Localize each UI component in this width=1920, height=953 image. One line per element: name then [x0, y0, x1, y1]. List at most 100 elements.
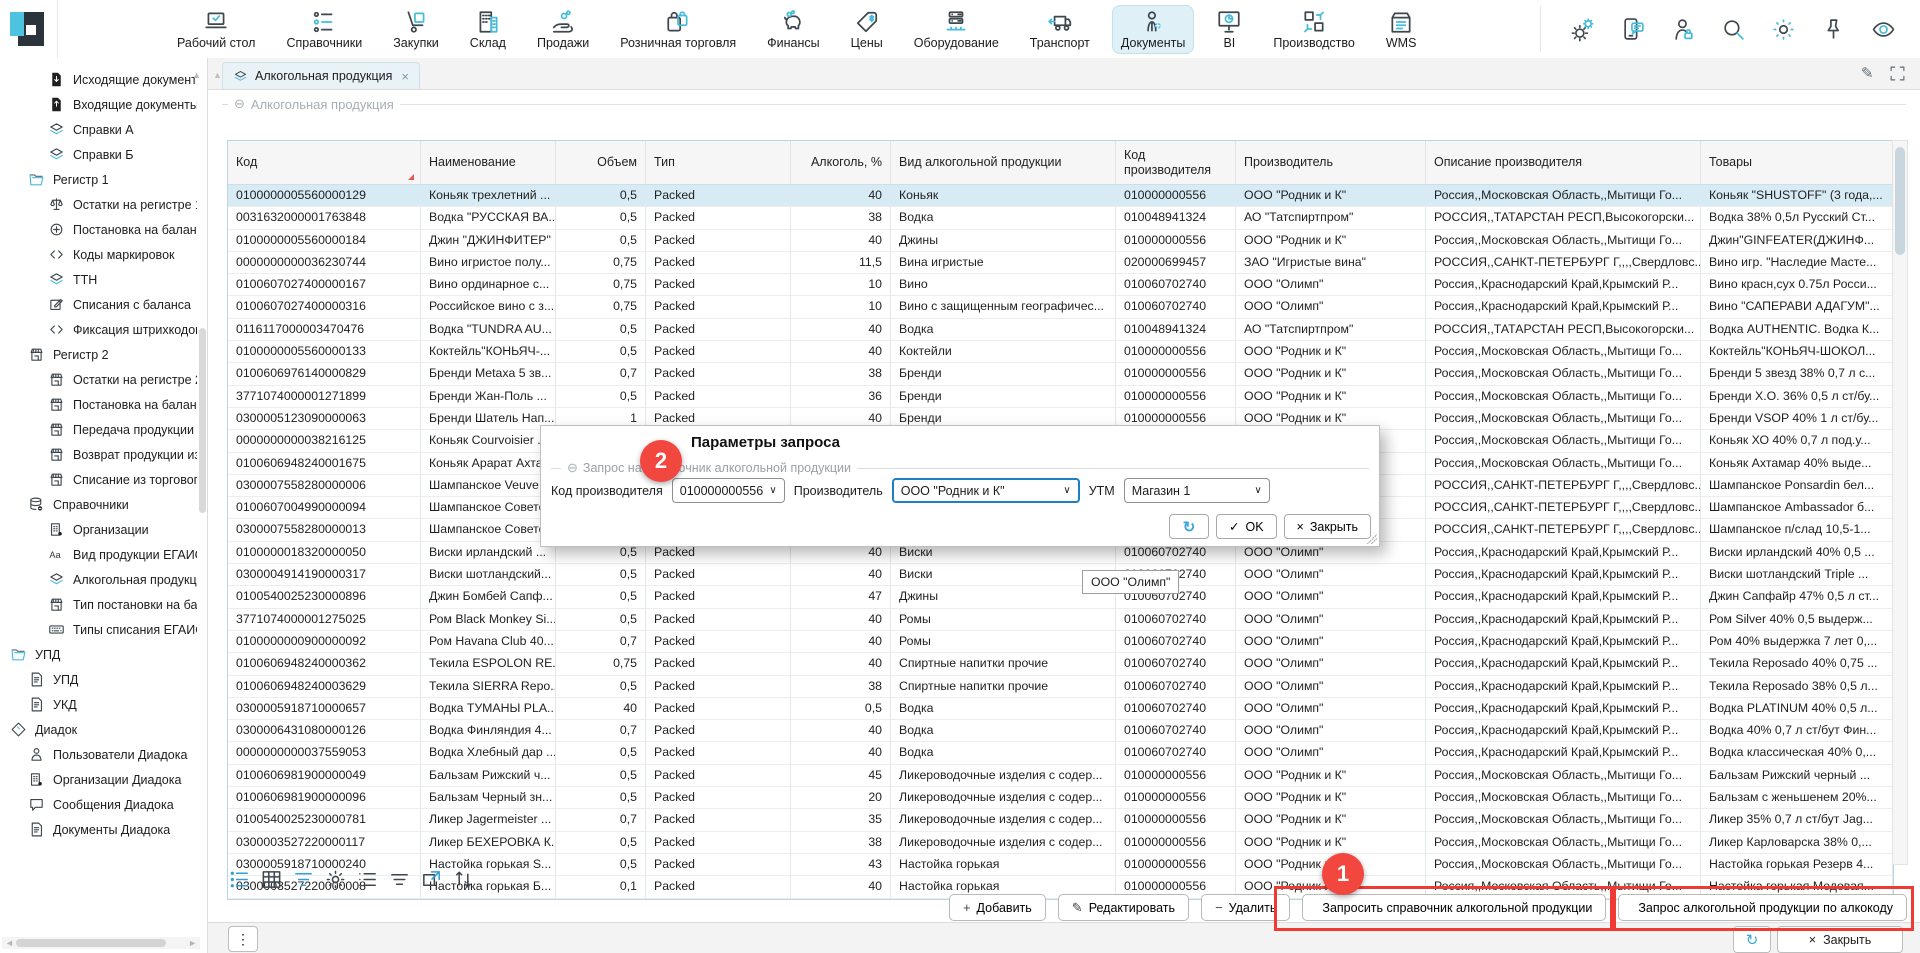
dialog-close-button[interactable]: ×Закрыть [1284, 514, 1371, 539]
sidebar-item[interactable]: Исходящие документы [0, 67, 197, 92]
table-row[interactable]: 0300003527220000117Ликер БЕХЕРОВКА К...0… [228, 832, 1893, 854]
sidebar-item[interactable]: Организации Диадока [0, 767, 197, 792]
table-row[interactable]: 0100540025230000896Джин Бомбей Сапф...0,… [228, 586, 1893, 608]
sidebar-item[interactable]: Списания с баланса [0, 292, 197, 317]
sidebar-item[interactable]: Фиксация штрихкодов на б [0, 317, 197, 342]
settings-icon[interactable] [1571, 17, 1596, 42]
scroll-right-arrow[interactable]: ► [188, 938, 197, 948]
table-row[interactable]: 3771074000001271899Бренди Жан-Поль ...0,… [228, 386, 1893, 408]
nav-item-server[interactable]: Оборудование [905, 5, 1008, 54]
sidebar-item[interactable]: Справки А [0, 117, 197, 142]
list-icon[interactable] [356, 868, 379, 891]
sidebar-item[interactable]: Регистр 2 [0, 342, 197, 367]
nav-item-laptop[interactable]: Рабочий стол [168, 5, 264, 54]
nav-item-warehouse[interactable]: Склад [461, 5, 515, 54]
sidebar-item[interactable]: Алкогольная продукция [0, 567, 197, 592]
scrollbar-thumb[interactable] [1895, 147, 1905, 255]
notifications-icon[interactable] [1621, 17, 1646, 42]
table-row[interactable]: 0100607027400000316Российское вино с з..… [228, 296, 1893, 318]
sidebar-item[interactable]: Входящие документы [0, 92, 197, 117]
nav-item-bi-board[interactable]: BI [1207, 5, 1251, 54]
producer-select[interactable]: ООО "Родник и К"∨ [892, 478, 1080, 503]
nav-item-production[interactable]: Производство [1264, 5, 1364, 54]
table-row[interactable]: 0300004914190000317Виски шотландский...0… [228, 564, 1893, 586]
sidebar-item[interactable]: Коды маркировок [0, 242, 197, 267]
theme-icon[interactable] [1771, 17, 1796, 42]
table-row[interactable]: 0000000000037559053Водка Хлебный дар ...… [228, 742, 1893, 764]
sidebar-horizontal-scrollbar[interactable]: ◄ ► [2, 937, 200, 949]
table-row[interactable]: 0300005918710000240Настойка горькая S...… [228, 854, 1893, 876]
column-header[interactable]: Алкоголь, % [791, 141, 891, 184]
sidebar-item[interactable]: Остатки на регистре 1 [0, 192, 197, 217]
view-table-icon[interactable] [260, 868, 283, 891]
table-row[interactable]: 0100606976140000829Бренди Metaxa 5 зв...… [228, 363, 1893, 385]
column-header[interactable]: Товары [1701, 141, 1893, 184]
sidebar-item[interactable]: Постановка на баланс [0, 217, 197, 242]
account-icon[interactable] [1671, 17, 1696, 42]
sidebar-item[interactable]: Организации [0, 517, 197, 542]
table-row[interactable]: 0300005918710000657Водка ТУМАНЫ PLA...40… [228, 698, 1893, 720]
tab-scroll-arrow[interactable]: ▲ [213, 70, 222, 80]
table-settings-icon[interactable] [324, 868, 347, 891]
table-row[interactable]: 0100606948240000362Текила ESPOLON RE...0… [228, 653, 1893, 675]
column-header[interactable]: Вид алкогольной продукции [891, 141, 1116, 184]
column-header[interactable]: Наименование [421, 141, 556, 184]
table-row[interactable]: 3771074000001275025Ром Black Monkey Si..… [228, 609, 1893, 631]
column-header[interactable]: Код производителя [1116, 141, 1236, 184]
table-row[interactable]: 0031632000001763848Водка "РУССКАЯ ВА...0… [228, 207, 1893, 229]
nav-item-handcart[interactable]: Закупки [384, 5, 448, 54]
nav-item-piggy[interactable]: Финансы [758, 5, 828, 54]
resize-grip[interactable] [1367, 534, 1377, 544]
sidebar-item[interactable]: Передача продукции в тор [0, 417, 197, 442]
sidebar-item[interactable]: УПД [0, 642, 197, 667]
search-icon[interactable] [1721, 17, 1746, 42]
column-header[interactable]: Описание производителя [1426, 141, 1701, 184]
dialog-refresh-button[interactable]: ↻ [1169, 514, 1209, 539]
nav-item-wms-box[interactable]: WMS [1377, 5, 1426, 54]
column-header[interactable]: Код [228, 141, 421, 184]
column-header[interactable]: Тип [646, 141, 791, 184]
table-row[interactable]: 0100000005560000133Коктейль"КОНЬЯЧ-...0,… [228, 341, 1893, 363]
sidebar-item[interactable]: AaВид продукции ЕГАИС [0, 542, 197, 567]
scroll-up-arrow[interactable]: ▲ [192, 70, 201, 80]
nav-item-person-globe[interactable]: Документы [1112, 5, 1194, 54]
sidebar-item[interactable]: Справки Б [0, 142, 197, 167]
table-row[interactable]: 0100000000900000092Ром Havana Club 40...… [228, 631, 1893, 653]
sidebar-item[interactable]: Тип постановки на баланс [0, 592, 197, 617]
collapse-icon[interactable]: ⊖ [567, 460, 578, 476]
visibility-icon[interactable] [1871, 17, 1896, 42]
add-button[interactable]: +Добавить [949, 894, 1046, 921]
table-row[interactable]: 0100540025230000781Ликер Jagermeister ..… [228, 809, 1893, 831]
sidebar-vertical-scrollbar[interactable] [199, 328, 206, 513]
sidebar-item[interactable]: Регистр 1 [0, 167, 197, 192]
table-row[interactable]: 0100606948240003629Текила SIERRA Repo...… [228, 676, 1893, 698]
table-row[interactable]: 0116117000003470476Водка "TUNDRA AU...0,… [228, 319, 1893, 341]
reload-icon[interactable] [452, 868, 475, 891]
sidebar-item[interactable]: Сообщения Диадока [0, 792, 197, 817]
nav-item-list[interactable]: Справочники [277, 5, 371, 54]
table-row[interactable]: 0100606981900000096Бальзам Черный зн...0… [228, 787, 1893, 809]
view-list-icon[interactable] [228, 868, 251, 891]
table-row[interactable]: 0100606981900000049Бальзам Рижский ч...0… [228, 765, 1893, 787]
sidebar-item[interactable]: Постановка на баланс в тор [0, 392, 197, 417]
sidebar-item[interactable]: Диадок [0, 717, 197, 742]
sidebar-item[interactable]: Остатки на регистре 2 [0, 367, 197, 392]
column-header[interactable]: Объем [556, 141, 646, 184]
sidebar-item[interactable]: Списание из торгового зал. [0, 467, 197, 492]
tab-close-icon[interactable]: × [401, 69, 409, 84]
fullscreen-icon[interactable] [1889, 65, 1906, 82]
dialog-ok-button[interactable]: ✓OK [1216, 514, 1277, 539]
tab-alcohol-products[interactable]: Алкогольная продукция × [222, 62, 420, 89]
scroll-left-arrow[interactable]: ◄ [5, 938, 14, 948]
column-header[interactable]: Производитель [1236, 141, 1426, 184]
sidebar-item[interactable]: ТТН [0, 267, 197, 292]
collapse-icon[interactable]: ⊖ [234, 96, 245, 112]
filter-icon[interactable] [292, 868, 315, 891]
more-options-button[interactable]: ⋮ [228, 926, 258, 952]
sort-icon[interactable] [388, 868, 411, 891]
sidebar-item[interactable]: Возврат продукции из торг [0, 442, 197, 467]
producer-code-select[interactable]: 010000000556∨ [672, 478, 785, 503]
pin-icon[interactable] [1821, 17, 1846, 42]
sidebar-item[interactable]: Справочники [0, 492, 197, 517]
table-vertical-scrollbar[interactable] [1892, 140, 1908, 865]
